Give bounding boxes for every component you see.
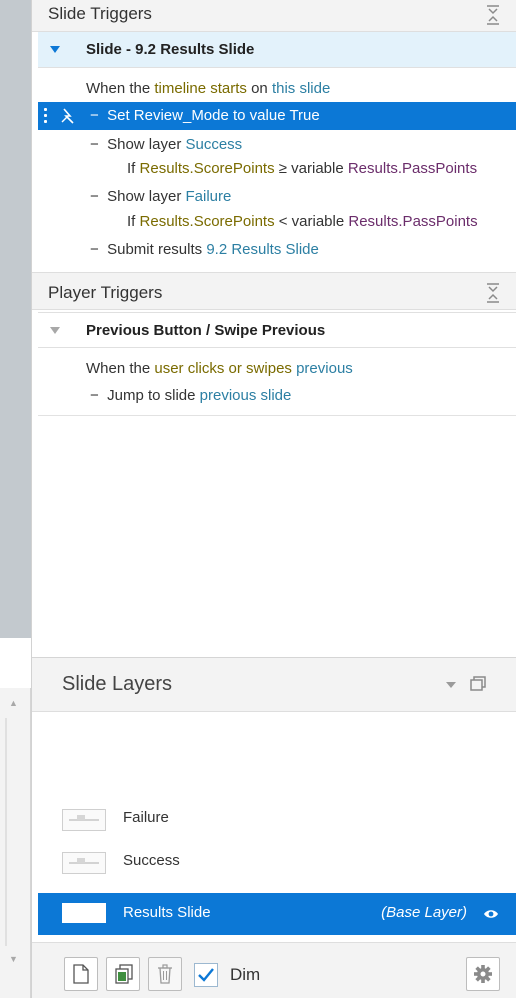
gear-icon (474, 965, 492, 983)
editor-canvas-edge (0, 0, 31, 638)
slide-layers-header: Slide Layers (32, 657, 516, 712)
slide-triggers-title: Slide Triggers (48, 4, 152, 23)
duplicate-layer-icon (115, 964, 133, 984)
checkmark-icon (198, 968, 214, 982)
condition-success: If Results.ScorePoints ≥ variable Result… (127, 160, 478, 177)
event-type[interactable]: user clicks or swipes (154, 360, 292, 377)
new-layer-icon (73, 964, 89, 984)
layers-toolbar: Dim (32, 942, 516, 998)
variable-score-points[interactable]: Results.ScorePoints (140, 213, 275, 230)
collapse-all-icon[interactable] (485, 281, 501, 305)
trigger-row-set-variable-text: − Set Review_Mode to value True (90, 107, 320, 124)
delete-layer-button[interactable] (148, 957, 182, 991)
variable-score-points[interactable]: Results.ScorePoints (140, 160, 275, 177)
dim-checkbox[interactable] (194, 963, 218, 987)
slide-trigger-group-label: Slide - 9.2 Results Slide (86, 41, 255, 58)
dim-label: Dim (230, 965, 261, 984)
player-trigger-group-label: Previous Button / Swipe Previous (86, 322, 326, 339)
divider (38, 415, 516, 416)
trash-icon (158, 964, 172, 984)
trigger-row-jump-to-slide[interactable]: − Jump to slide previous slide (90, 387, 291, 404)
expand-triangle-icon[interactable] (50, 327, 60, 334)
slide-triggers-header: Slide Triggers (32, 0, 516, 32)
chevron-down-icon[interactable] (446, 682, 456, 688)
editor-scrollbar[interactable]: ▲ ▼ (0, 688, 31, 998)
result-slide-link[interactable]: 9.2 Results Slide (206, 241, 319, 258)
triggers-panel: Slide Triggers Slide - 9.2 Results Slide… (31, 0, 516, 998)
trigger-row-submit-results[interactable]: − Submit results 9.2 Results Slide (90, 241, 319, 258)
layer-name: Success (123, 852, 180, 869)
scroll-down-icon[interactable]: ▼ (9, 954, 18, 964)
condition-failure: If Results.ScorePoints < variable Result… (127, 213, 478, 230)
layer-link-failure[interactable]: Failure (185, 188, 231, 205)
slide-trigger-event[interactable]: When the timeline starts on this slide (86, 80, 330, 97)
drag-handle-icon[interactable] (44, 108, 47, 124)
layer-row-failure[interactable]: Failure (38, 800, 516, 836)
layer-row-base[interactable]: Results Slide (Base Layer) (38, 893, 516, 935)
collapse-all-icon[interactable] (485, 3, 501, 27)
player-triggers-title: Player Triggers (48, 283, 163, 302)
player-trigger-event[interactable]: When the user clicks or swipes previous (86, 360, 353, 377)
trigger-row-set-variable[interactable]: − Set Review_Mode to value True (38, 102, 516, 130)
variable-pass-points[interactable]: Results.PassPoints (348, 213, 477, 230)
slide-trigger-group[interactable]: Slide - 9.2 Results Slide (38, 32, 516, 68)
jump-target-link[interactable]: previous slide (200, 387, 292, 404)
layer-thumbnail (62, 809, 106, 831)
lightning-icon (61, 108, 74, 124)
slide-layers-title: Slide Layers (62, 673, 173, 695)
scroll-track[interactable] (5, 718, 7, 946)
event-mid: on (246, 80, 272, 97)
layer-link-success[interactable]: Success (185, 136, 242, 153)
event-target[interactable]: previous (296, 360, 353, 377)
layer-name: Failure (123, 809, 169, 826)
popout-icon[interactable] (470, 676, 486, 692)
trigger-row-show-failure[interactable]: − Show layer Failure (90, 188, 231, 205)
expand-triangle-icon[interactable] (50, 46, 60, 53)
player-triggers-header: Player Triggers (32, 272, 516, 310)
event-target[interactable]: this slide (272, 80, 330, 97)
eye-icon[interactable] (483, 907, 499, 921)
event-type[interactable]: timeline starts (154, 80, 247, 97)
layer-thumbnail (62, 852, 106, 874)
trigger-row-show-success[interactable]: − Show layer Success (90, 136, 242, 153)
player-trigger-group[interactable]: Previous Button / Swipe Previous (38, 312, 516, 348)
scroll-up-icon[interactable]: ▲ (9, 698, 18, 708)
variable-pass-points[interactable]: Results.PassPoints (348, 160, 477, 177)
duplicate-layer-button[interactable] (106, 957, 140, 991)
layer-thumbnail (62, 903, 106, 923)
layer-settings-button[interactable] (466, 957, 500, 991)
event-prefix: When the (86, 80, 155, 97)
layer-name: Results Slide (123, 904, 211, 921)
base-layer-tag: (Base Layer) (381, 904, 467, 921)
layer-row-success[interactable]: Success (38, 843, 516, 879)
new-layer-button[interactable] (64, 957, 98, 991)
